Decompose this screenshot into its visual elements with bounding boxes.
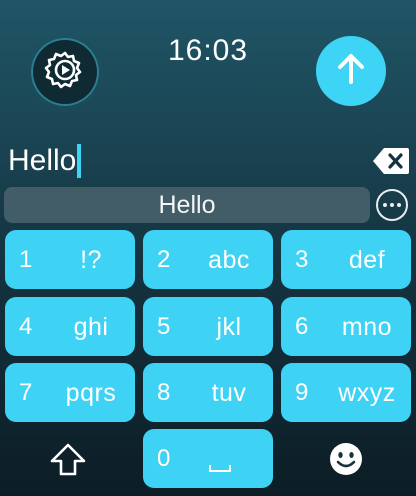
key-letters: !? [80,246,102,274]
text-field-value: Hello [8,144,77,177]
key-number: 1 [19,246,33,273]
arrow-up-icon [334,52,368,91]
emoji-icon [327,443,365,482]
key-number: 8 [157,379,171,406]
key-9[interactable]: 9 wxyz [281,363,411,422]
emoji-button[interactable] [327,440,365,478]
key-number: 3 [295,246,309,273]
key-letters: wxyz [338,379,396,407]
message-text-field[interactable]: Hello [8,140,82,182]
backspace-icon [372,148,410,180]
more-suggestions-button[interactable] [376,189,408,221]
shift-icon [48,443,88,484]
suggestion-chip[interactable]: Hello [4,187,370,223]
shift-button[interactable] [48,440,88,480]
suggestion-label: Hello [158,190,216,219]
key-letters: def [348,246,386,274]
key-letters: abc [208,246,250,274]
key-6[interactable]: 6 mno [281,297,411,356]
key-3[interactable]: 3 def [281,230,411,289]
space-icon [209,465,231,472]
key-number: 2 [157,246,171,273]
key-letters: pqrs [65,379,117,407]
key-number: 5 [157,313,171,340]
key-7[interactable]: 7 pqrs [5,363,135,422]
key-number: 7 [19,379,33,406]
key-4[interactable]: 4 ghi [5,297,135,356]
key-5[interactable]: 5 jkl [143,297,273,356]
key-letters: ghi [73,313,109,341]
text-caret [77,144,82,178]
key-number: 6 [295,313,309,340]
key-number: 9 [295,379,309,406]
key-number: 0 [157,445,171,472]
key-2[interactable]: 2 abc [143,230,273,289]
settings-button[interactable] [31,38,99,106]
key-8[interactable]: 8 tuv [143,363,273,422]
clock: 16:03 [167,34,249,67]
key-letters: jkl [216,313,242,341]
gear-play-icon [44,49,86,96]
key-0-space[interactable]: 0 [143,429,273,488]
send-button[interactable] [316,36,386,106]
ellipsis-circle-icon [383,203,401,207]
key-1[interactable]: 1 !? [5,230,135,289]
key-letters: tuv [211,379,247,407]
backspace-button[interactable] [372,146,410,176]
key-number: 4 [19,313,33,340]
key-letters: mno [341,313,393,341]
